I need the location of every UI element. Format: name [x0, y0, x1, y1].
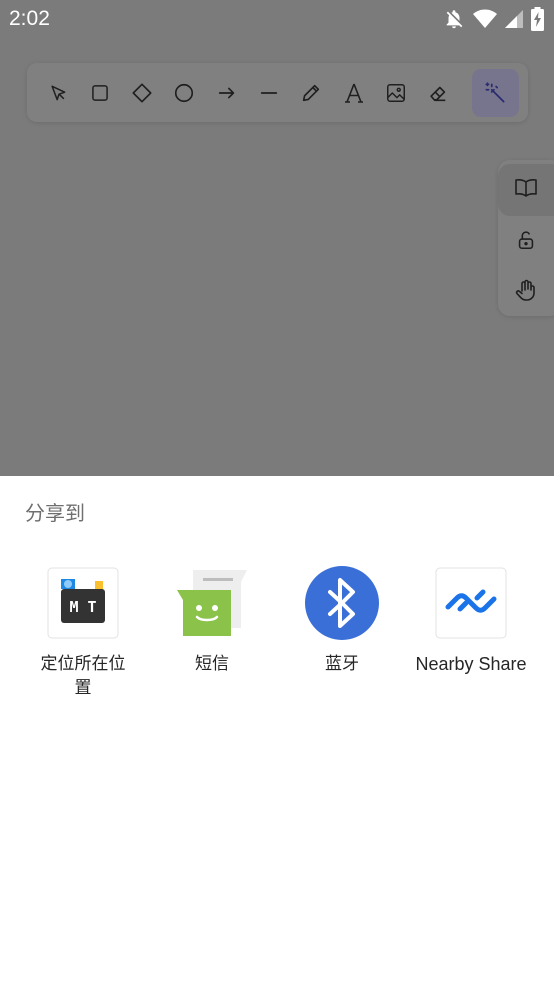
eraser-tool[interactable]	[422, 76, 455, 110]
mt-manager-icon: M T	[46, 566, 120, 640]
rectangle-tool[interactable]	[83, 76, 116, 110]
status-bar: 2:02	[0, 0, 554, 38]
pencil-icon	[300, 82, 322, 104]
laser-tool[interactable]	[472, 68, 519, 117]
circle-icon	[173, 82, 195, 104]
text-tool[interactable]	[337, 76, 370, 110]
share-target-label: Nearby Share	[415, 654, 527, 674]
hand-icon	[514, 278, 538, 307]
share-target-label: 短信	[195, 654, 229, 674]
draw-tool[interactable]	[295, 76, 328, 110]
nearby-share-icon	[434, 566, 508, 640]
cell-signal-icon	[505, 10, 523, 28]
drawing-toolbar	[27, 63, 528, 122]
share-target-label: 定位所在位置	[40, 654, 126, 698]
share-target-mt-manager[interactable]: M T 定位所在位置	[18, 566, 148, 700]
side-panel	[498, 160, 554, 316]
image-icon	[385, 82, 407, 104]
eraser-icon	[427, 82, 449, 104]
library-button[interactable]	[498, 164, 554, 216]
battery-charging-icon	[531, 7, 544, 31]
arrow-right-icon	[216, 82, 238, 104]
notifications-off-icon	[443, 8, 465, 30]
hand-button[interactable]	[498, 266, 554, 318]
ellipse-tool[interactable]	[168, 76, 201, 110]
text-icon	[342, 81, 366, 105]
cursor-arrow-icon	[48, 83, 68, 103]
share-sheet: 分享到 M T 定位所在位置 短信 蓝牙 Nearby Share	[0, 476, 554, 985]
share-sheet-title: 分享到	[25, 501, 85, 525]
image-tool[interactable]	[380, 76, 413, 110]
svg-text:M T: M T	[69, 598, 96, 616]
share-target-nearby-share[interactable]: Nearby Share	[406, 566, 536, 676]
status-time: 2:02	[9, 7, 50, 30]
share-target-label: 蓝牙	[325, 654, 359, 674]
lock-button[interactable]	[498, 216, 554, 268]
share-target-messages[interactable]: 短信	[147, 566, 277, 676]
diamond-icon	[131, 82, 153, 104]
share-target-bluetooth[interactable]: 蓝牙	[277, 566, 407, 676]
book-open-icon	[514, 177, 538, 204]
select-tool[interactable]	[41, 76, 74, 110]
messages-icon	[175, 566, 249, 640]
app-background[interactable]: 2:02	[0, 0, 554, 476]
line-tool[interactable]	[253, 76, 286, 110]
wifi-icon	[473, 9, 497, 29]
bluetooth-icon	[305, 566, 379, 640]
magic-wand-icon	[482, 80, 508, 106]
arrow-tool[interactable]	[210, 76, 243, 110]
unlock-icon	[515, 229, 537, 256]
diamond-tool[interactable]	[126, 76, 159, 110]
line-icon	[258, 82, 280, 104]
status-icons	[443, 7, 544, 31]
square-icon	[90, 83, 110, 103]
